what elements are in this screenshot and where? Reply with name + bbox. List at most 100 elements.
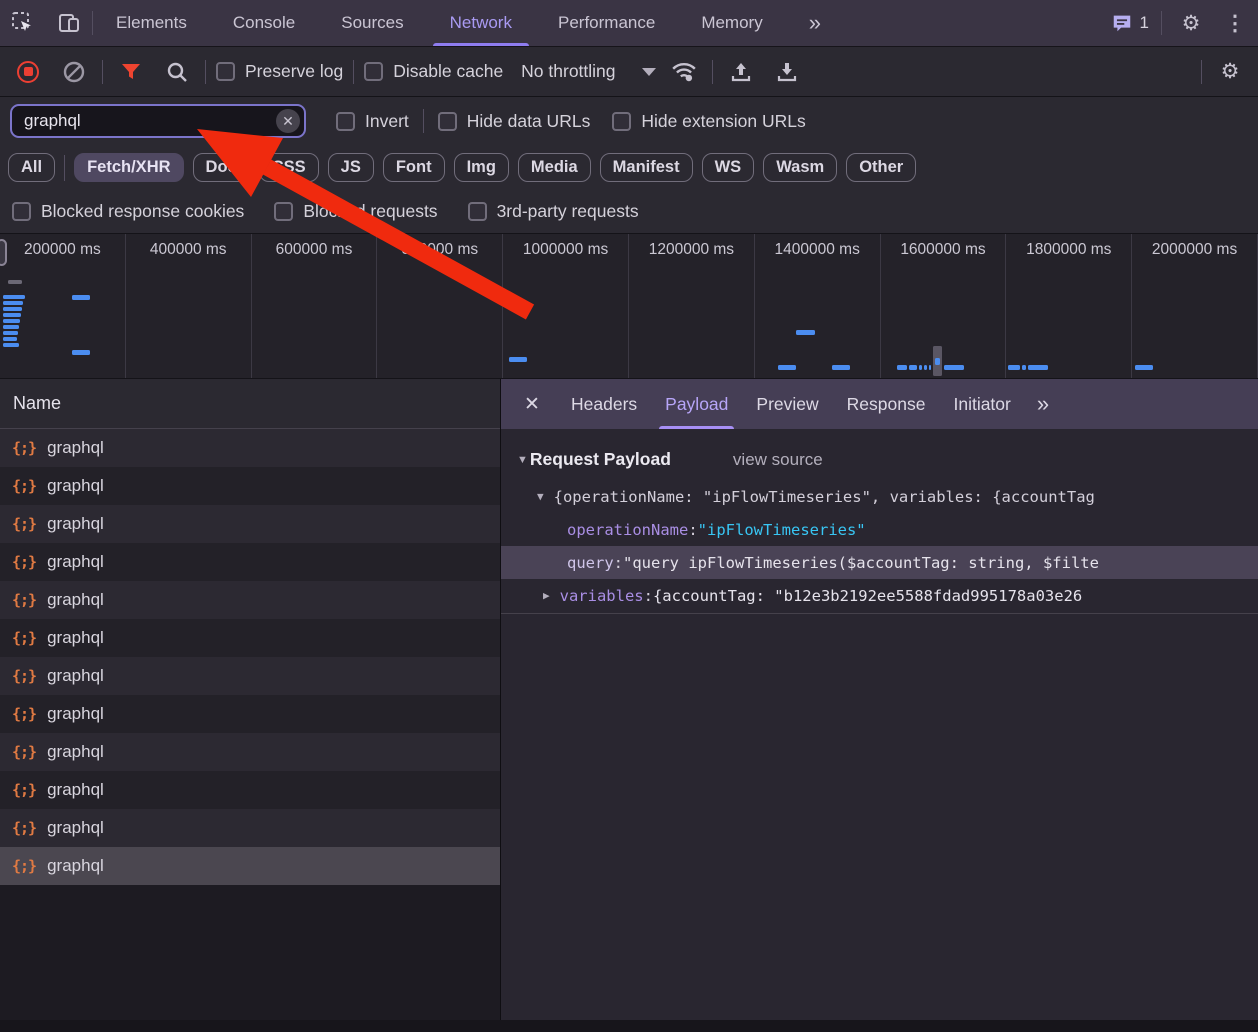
- -rd-party-requests-checkbox[interactable]: 3rd-party requests: [468, 201, 639, 222]
- blocked-requests-checkbox[interactable]: Blocked requests: [274, 201, 437, 222]
- tab-network[interactable]: Network: [427, 0, 535, 46]
- device-toolbar-button[interactable]: [46, 0, 92, 46]
- details-tab-preview[interactable]: Preview: [742, 379, 832, 429]
- chip-js[interactable]: JS: [328, 153, 374, 182]
- payload-row-variables[interactable]: ▶variables: {accountTag: "b12e3b2192ee55…: [501, 579, 1258, 612]
- resource-type-filter-row: All Fetch/XHR Doc CSS JS Font Img Media Manifest…: [0, 145, 1258, 190]
- details-tab-response[interactable]: Response: [833, 379, 940, 429]
- hide-extension-urls-checkbox[interactable]: Hide extension URLs: [612, 111, 805, 132]
- request-row[interactable]: {;}graphql: [0, 695, 500, 733]
- more-details-tabs-button[interactable]: »: [1033, 391, 1046, 417]
- chip-all[interactable]: All: [8, 153, 55, 182]
- request-row[interactable]: {;}graphql: [0, 619, 500, 657]
- chip-fetchxhr[interactable]: Fetch/XHR: [74, 153, 183, 182]
- throttling-select[interactable]: No throttling: [521, 61, 655, 82]
- tab-sources[interactable]: Sources: [318, 0, 426, 46]
- invert-checkbox[interactable]: Invert: [336, 111, 409, 132]
- blocked-response-cookies-checkbox[interactable]: Blocked response cookies: [12, 201, 244, 222]
- timeline-request-bar: [1008, 365, 1020, 370]
- throttling-value: No throttling: [521, 61, 615, 82]
- payload-value: "ipFlowTimeseries": [698, 521, 866, 539]
- request-row[interactable]: {;}graphql: [0, 733, 500, 771]
- chip-manifest[interactable]: Manifest: [600, 153, 693, 182]
- settings-button[interactable]: ⚙: [1168, 13, 1214, 34]
- toolbar-separator: [353, 60, 354, 84]
- details-tab-initiator[interactable]: Initiator: [939, 379, 1024, 429]
- payload-row-operationname[interactable]: operationName: "ipFlowTimeseries": [501, 513, 1258, 546]
- network-toolbar: Preserve log Disable cache No throttling: [0, 47, 1258, 97]
- view-source-link[interactable]: view source: [733, 450, 823, 470]
- main-menu-button[interactable]: ⋮: [1220, 13, 1250, 34]
- request-row[interactable]: {;}graphql: [0, 581, 500, 619]
- filter-toggle-button[interactable]: [113, 54, 149, 90]
- checkbox-icon: [438, 112, 457, 131]
- search-button[interactable]: [159, 54, 195, 90]
- request-name: graphql: [47, 438, 104, 458]
- details-tab-headers[interactable]: Headers: [557, 379, 651, 429]
- hide-extension-urls-label: Hide extension URLs: [641, 111, 805, 132]
- request-row[interactable]: {;} graphql: [0, 429, 500, 467]
- request-row[interactable]: {;}graphql: [0, 809, 500, 847]
- timeline-request-bar: [1028, 365, 1048, 370]
- name-column-header[interactable]: Name: [0, 379, 500, 429]
- close-details-button[interactable]: ✕: [515, 387, 549, 421]
- tabbar-separator: [1161, 11, 1162, 35]
- timeline-request-bar: [72, 350, 90, 355]
- network-overview-timeline[interactable]: 200000 ms400000 ms600000 ms800000 ms1000…: [0, 234, 1258, 379]
- payload-row-query[interactable]: query: "query ipFlowTimeseries($accountT…: [501, 546, 1258, 579]
- inspect-element-button[interactable]: [0, 0, 46, 46]
- chip-doc[interactable]: Doc: [193, 153, 250, 182]
- hide-data-urls-checkbox[interactable]: Hide data URLs: [438, 111, 591, 132]
- tab-elements[interactable]: Elements: [93, 0, 210, 46]
- chip-media[interactable]: Media: [518, 153, 591, 182]
- more-tabs-button[interactable]: »: [786, 0, 841, 46]
- network-settings-button[interactable]: ⚙: [1212, 54, 1248, 90]
- clear-network-log-button[interactable]: [56, 54, 92, 90]
- checkbox-icon: [274, 202, 293, 221]
- filter-input[interactable]: [10, 104, 306, 138]
- import-har-button[interactable]: [723, 54, 759, 90]
- record-network-log-button[interactable]: [10, 54, 46, 90]
- timeline-tick: 1400000 ms: [755, 234, 881, 378]
- chip-other[interactable]: Other: [846, 153, 916, 182]
- tab-performance[interactable]: Performance: [535, 0, 678, 46]
- timeline-request-bar: [3, 295, 25, 299]
- chip-wasm[interactable]: Wasm: [763, 153, 837, 182]
- timeline-request-bar: [3, 331, 18, 335]
- request-row[interactable]: {;}graphql: [0, 847, 500, 885]
- chip-font[interactable]: Font: [383, 153, 445, 182]
- fetch-xhr-icon: {;}: [12, 439, 36, 457]
- payload-root-row[interactable]: ▼ {operationName: "ipFlowTimeseries", va…: [501, 480, 1258, 513]
- request-row[interactable]: {;}graphql: [0, 771, 500, 809]
- timeline-left-handle[interactable]: [0, 239, 7, 266]
- request-row[interactable]: {;}graphql: [0, 543, 500, 581]
- request-row[interactable]: {;}graphql: [0, 467, 500, 505]
- payload-colon: :: [644, 587, 653, 605]
- network-conditions-button[interactable]: [666, 54, 702, 90]
- export-har-button[interactable]: [769, 54, 805, 90]
- chip-img[interactable]: Img: [454, 153, 509, 182]
- tab-memory[interactable]: Memory: [678, 0, 785, 46]
- request-row[interactable]: {;}graphql: [0, 657, 500, 695]
- record-icon: [17, 61, 39, 83]
- fetch-xhr-icon: {;}: [12, 477, 36, 495]
- tab-console[interactable]: Console: [210, 0, 318, 46]
- clear-filter-button[interactable]: ✕: [276, 109, 300, 133]
- devtools-tabbar: ElementsConsoleSourcesNetworkPerformance…: [0, 0, 1258, 47]
- disable-cache-checkbox[interactable]: Disable cache: [364, 61, 503, 82]
- request-payload-section[interactable]: ▼ Request Payload view source: [501, 441, 1258, 480]
- timeline-request-bar: [3, 343, 19, 347]
- request-row[interactable]: {;}graphql: [0, 505, 500, 543]
- checkbox-icon: [336, 112, 355, 131]
- timeline-request-bar: [3, 319, 20, 323]
- fetch-xhr-icon: {;}: [12, 515, 36, 533]
- timeline-request-bar: [929, 365, 931, 370]
- chip-ws[interactable]: WS: [702, 153, 755, 182]
- timeline-request-bar: [72, 295, 90, 300]
- payload-key: variables: [560, 587, 644, 605]
- chip-css[interactable]: CSS: [259, 153, 319, 182]
- issues-button[interactable]: 1: [1111, 12, 1155, 34]
- timeline-request-bar: [935, 358, 940, 365]
- details-tab-payload[interactable]: Payload: [651, 379, 742, 429]
- preserve-log-checkbox[interactable]: Preserve log: [216, 61, 343, 82]
